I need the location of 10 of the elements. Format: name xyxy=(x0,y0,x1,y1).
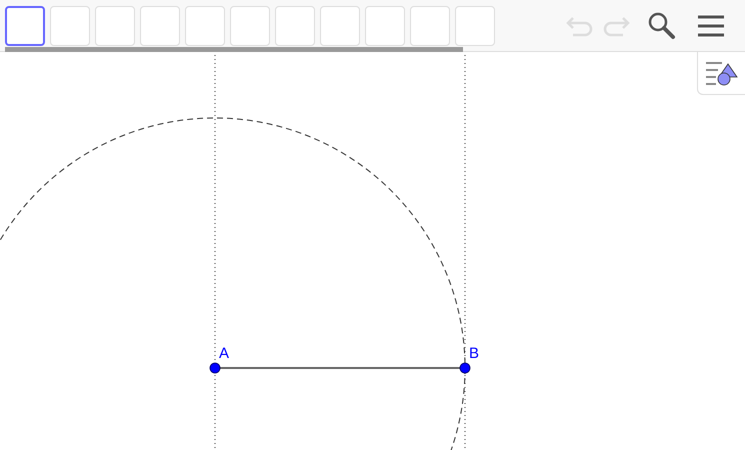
point[interactable] xyxy=(210,362,220,374)
style-bar-button[interactable] xyxy=(697,52,745,95)
scrollbar[interactable] xyxy=(5,47,463,52)
point-label: A xyxy=(219,345,230,362)
tool-button[interactable] xyxy=(5,6,45,46)
search-icon[interactable] xyxy=(647,10,677,40)
shapes-icon xyxy=(706,60,738,86)
point[interactable] xyxy=(460,362,470,374)
point-label: B xyxy=(469,345,480,362)
menu-icon[interactable] xyxy=(697,14,725,38)
